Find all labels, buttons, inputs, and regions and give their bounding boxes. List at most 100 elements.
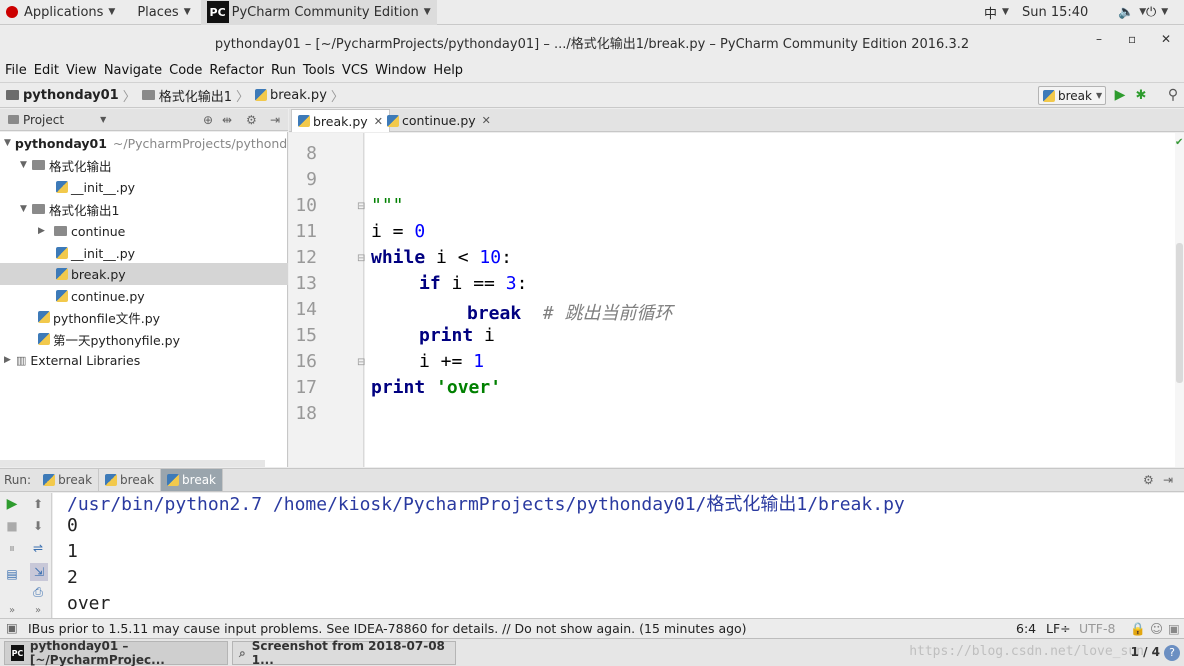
run-tab-active[interactable]: break bbox=[161, 469, 224, 491]
menu-help[interactable]: Help bbox=[430, 63, 466, 78]
tab-break-py[interactable]: break.py ✕ bbox=[291, 109, 390, 132]
scroll-up-icon[interactable]: ⬆ bbox=[30, 497, 46, 511]
menu-window[interactable]: Window bbox=[372, 63, 429, 78]
run-console[interactable]: /usr/bin/python2.7 /home/kiosk/PycharmPr… bbox=[53, 493, 1184, 618]
menu-vcs[interactable]: VCS bbox=[339, 63, 371, 78]
menu-view[interactable]: View bbox=[63, 63, 100, 78]
tree-item-folder[interactable]: ▼ 格式化输出1 bbox=[0, 198, 288, 220]
caret-position[interactable]: 6:4 bbox=[1016, 621, 1036, 636]
menu-refactor[interactable]: Refactor bbox=[206, 63, 267, 78]
lock-icon[interactable]: 🔒 bbox=[1130, 621, 1146, 637]
code-number: 0 bbox=[414, 221, 426, 242]
restore-layout-icon[interactable]: ▤ bbox=[4, 567, 20, 581]
breadcrumb-project[interactable]: pythonday01 〉 bbox=[6, 86, 136, 105]
hide-panel-icon[interactable]: ⇥ bbox=[270, 113, 280, 127]
tree-item-label: continue.py bbox=[71, 288, 145, 304]
input-method-indicator[interactable]: 中 ▼ bbox=[978, 0, 1015, 25]
taskbar-item-screenshot[interactable]: ⌕ Screenshot from 2018-07-08 1... bbox=[232, 639, 456, 666]
expand-arrow-icon[interactable]: ▼ bbox=[4, 138, 11, 148]
breadcrumb-file[interactable]: break.py 〉 bbox=[255, 86, 344, 105]
search-icon[interactable]: ⚲ bbox=[1164, 86, 1182, 104]
collapse-arrow-icon[interactable]: ▶ bbox=[38, 226, 50, 236]
python-file-icon bbox=[255, 89, 267, 101]
tool-windows-icon[interactable]: ▣ bbox=[6, 620, 18, 635]
run-tab[interactable]: break bbox=[37, 469, 100, 491]
line-separator[interactable]: LF÷ bbox=[1046, 621, 1071, 636]
maximize-icon[interactable]: ▫ bbox=[1128, 32, 1136, 46]
menu-navigate[interactable]: Navigate bbox=[101, 63, 165, 78]
breadcrumb-folder[interactable]: 格式化输出1 〉 bbox=[141, 86, 249, 105]
file-encoding[interactable]: UTF-8 bbox=[1079, 621, 1115, 636]
soft-wrap-icon[interactable]: ⇌ bbox=[30, 541, 46, 555]
menu-bar: File Edit View Navigate Code Refactor Ru… bbox=[0, 58, 1184, 82]
scrollbar-thumb[interactable] bbox=[1176, 243, 1183, 383]
status-message[interactable]: IBus prior to 1.5.11 may cause input pro… bbox=[28, 621, 747, 636]
status-bar: ▣ IBus prior to 1.5.11 may cause input p… bbox=[0, 618, 1184, 638]
tree-item-label: 格式化输出 bbox=[49, 158, 112, 174]
taskbar-item-pycharm[interactable]: PC pythonday01 – [~/PycharmProjec... bbox=[4, 639, 228, 666]
event-log-icon[interactable]: ▣ bbox=[1168, 621, 1180, 636]
scroll-from-source-icon[interactable]: ⊕ bbox=[203, 113, 213, 127]
scroll-to-end-icon[interactable]: ⇲ bbox=[30, 563, 48, 581]
expand-arrow-icon[interactable]: ▼ bbox=[20, 160, 32, 170]
menu-edit[interactable]: Edit bbox=[31, 63, 62, 78]
run-tab-label: break bbox=[58, 473, 93, 487]
horizontal-scrollbar[interactable] bbox=[0, 460, 265, 467]
tree-item-folder[interactable]: ▼ 格式化输出 bbox=[0, 154, 288, 176]
scroll-down-icon[interactable]: ⬇ bbox=[30, 519, 46, 533]
more-icon[interactable]: » bbox=[30, 603, 46, 617]
gear-icon[interactable]: ⚙ bbox=[246, 113, 257, 127]
taskbar: PC pythonday01 – [~/PycharmProjec... ⌕ S… bbox=[0, 638, 1184, 666]
tree-item-file[interactable]: __init__.py bbox=[0, 176, 288, 198]
stop-icon[interactable]: ■ bbox=[4, 519, 20, 533]
pause-icon[interactable]: ⏸ bbox=[4, 541, 20, 555]
run-configuration-select[interactable]: break ▼ bbox=[1038, 86, 1106, 105]
run-panel-label: Run: bbox=[4, 473, 32, 487]
tree-item-file-selected[interactable]: break.py bbox=[0, 263, 288, 285]
tree-item-file[interactable]: __init__.py bbox=[0, 242, 288, 264]
hide-panel-icon[interactable]: ⇥ bbox=[1163, 473, 1173, 487]
places-menu[interactable]: Places ▼ bbox=[131, 0, 196, 25]
python-file-icon bbox=[105, 474, 118, 486]
print-icon[interactable]: ⎙ bbox=[30, 585, 46, 599]
inspector-icon[interactable]: ☺ bbox=[1150, 621, 1163, 636]
help-icon[interactable]: ? bbox=[1164, 645, 1180, 661]
applications-menu[interactable]: Applications ▼ bbox=[0, 0, 121, 25]
gear-icon[interactable]: ⚙ bbox=[1143, 473, 1154, 487]
clock[interactable]: Sun 15:40 bbox=[1016, 0, 1094, 25]
tree-item-file[interactable]: 第一天pythonyfile.py bbox=[0, 328, 288, 350]
close-tab-icon[interactable]: ✕ bbox=[482, 114, 491, 127]
tree-item-external-libraries[interactable]: ▶ ▥ External Libraries bbox=[0, 349, 288, 371]
chevron-down-icon[interactable]: ▼ bbox=[100, 115, 106, 124]
debug-icon[interactable]: ✱ bbox=[1132, 86, 1150, 104]
tree-item-file[interactable]: continue.py bbox=[0, 285, 288, 307]
chevron-down-icon: ▼ bbox=[108, 7, 116, 17]
menu-tools[interactable]: Tools bbox=[300, 63, 338, 78]
menu-code[interactable]: Code bbox=[166, 63, 205, 78]
close-icon[interactable]: ✕ bbox=[1161, 32, 1171, 46]
more-icon[interactable]: » bbox=[4, 603, 20, 617]
tree-item-file[interactable]: pythonfile文件.py bbox=[0, 306, 288, 328]
window-title-bar: pythonday01 – [~/PycharmProjects/pythond… bbox=[0, 26, 1184, 58]
menu-file[interactable]: File bbox=[2, 63, 30, 78]
collapse-arrow-icon[interactable]: ▶ bbox=[4, 355, 16, 365]
menu-run[interactable]: Run bbox=[268, 63, 299, 78]
collapse-all-icon[interactable]: ⇹ bbox=[222, 113, 232, 127]
expand-arrow-icon[interactable]: ▼ bbox=[20, 204, 32, 214]
tree-item-project-root[interactable]: ▼ pythonday01 ~/PycharmProjects/pythonda… bbox=[0, 132, 288, 154]
editor-scrollbar[interactable]: ✔ bbox=[1175, 133, 1184, 467]
rerun-icon[interactable]: ▶ bbox=[4, 496, 20, 512]
tree-item-label: __init__.py bbox=[71, 179, 136, 195]
run-icon[interactable]: ▶ bbox=[1111, 86, 1129, 104]
project-panel-title[interactable]: Project bbox=[23, 113, 64, 127]
code-editor[interactable]: """ i = 0 while i < 10: if i == 3: break… bbox=[365, 133, 1175, 467]
workspace-pager[interactable]: 1 / 4 bbox=[1131, 645, 1160, 659]
power-menu[interactable]: ⏻ ▼ bbox=[1140, 0, 1174, 25]
tree-item-folder[interactable]: ▶ continue bbox=[0, 220, 288, 242]
minimize-icon[interactable]: – bbox=[1096, 32, 1102, 46]
run-tab[interactable]: break bbox=[99, 469, 162, 491]
chevron-down-icon: ▼ bbox=[1161, 7, 1169, 17]
code-token: = bbox=[381, 221, 415, 242]
tab-continue-py[interactable]: continue.py ✕ bbox=[381, 109, 497, 132]
active-app-menu[interactable]: PC PyCharm Community Edition ▼ bbox=[200, 0, 437, 25]
